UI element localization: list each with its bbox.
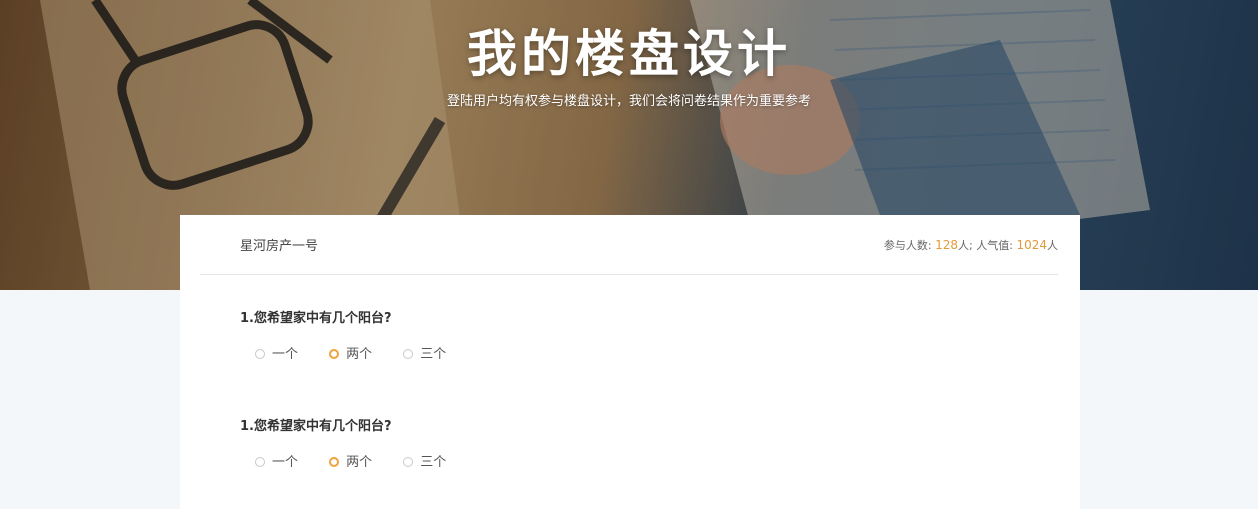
project-name: 星河房产一号 [240,239,319,254]
popularity-unit: 人 [1047,239,1058,252]
option-label: 两个 [346,346,373,362]
radio-unchecked-icon[interactable] [403,348,414,359]
option-three[interactable]: 三个 [403,347,446,363]
participants-count: 128 [935,238,959,252]
radio-checked-icon[interactable] [329,456,340,467]
participants-unit: 人; [958,239,973,252]
page-subtitle: 登陆用户均有权参与楼盘设计，我们会将问卷结果作为重要参考 [446,94,811,109]
option-one[interactable]: 一个 [255,455,298,471]
survey-card: 星河房产一号 参与人数: 128人; 人气值: 1024人 1.您希望家中有几个… [180,215,1080,509]
option-label: 三个 [420,454,447,470]
question-2: 1.您希望家中有几个阳台? 一个 两个 三个 [240,417,1040,472]
survey-page: 我的楼盘设计 登陆用户均有权参与楼盘设计，我们会将问卷结果作为重要参考 星河房产… [0,0,1258,509]
radio-unchecked-icon[interactable] [255,348,265,359]
question-options: 一个 两个 三个 [240,344,1040,364]
radio-unchecked-icon[interactable] [255,456,265,467]
option-label: 三个 [420,346,447,362]
radio-unchecked-icon[interactable] [403,456,414,467]
radio-checked-icon[interactable] [329,348,340,359]
participants-label: 参与人数: [883,239,932,252]
option-label: 两个 [346,454,373,470]
option-three[interactable]: 三个 [403,455,446,471]
option-two[interactable]: 两个 [329,455,372,471]
card-header: 星河房产一号 参与人数: 128人; 人气值: 1024人 [200,215,1058,275]
question-title: 1.您希望家中有几个阳台? [240,311,392,326]
survey-stats: 参与人数: 128人; 人气值: 1024人 [884,237,1058,253]
option-one[interactable]: 一个 [255,347,298,363]
popularity-label: 人气值: [976,239,1013,252]
question-1: 1.您希望家中有几个阳台? 一个 两个 三个 [240,309,1040,364]
option-label: 一个 [272,454,299,470]
question-options: 一个 两个 三个 [240,452,1040,472]
option-two[interactable]: 两个 [329,347,372,363]
page-title: 我的楼盘设计 [467,25,791,83]
option-label: 一个 [272,346,299,362]
popularity-value: 1024 [1016,238,1047,252]
question-title: 1.您希望家中有几个阳台? [240,419,392,434]
